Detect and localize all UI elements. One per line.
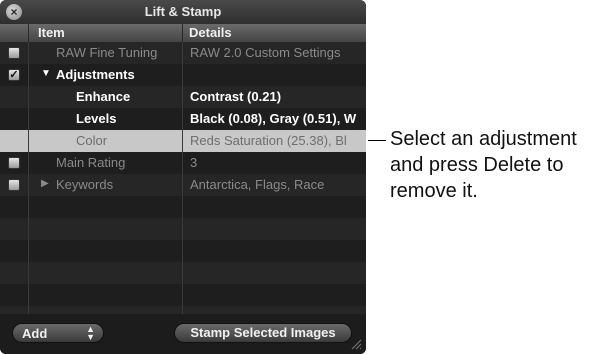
details-value: Contrast (0.21) <box>190 89 282 104</box>
empty-row <box>0 218 366 240</box>
item-label: Main Rating <box>56 155 126 170</box>
resize-grip-icon[interactable] <box>351 339 362 350</box>
triangle-down-icon[interactable]: ▼ <box>41 68 51 79</box>
bottom-toolbar: Add ▲ ▼ Stamp Selected Images <box>0 314 366 354</box>
callout-line-2: and press Delete to <box>390 154 564 176</box>
item-label: Levels <box>76 111 117 126</box>
callout-line-1: Select an adjustment <box>390 128 577 150</box>
header-divider <box>182 24 183 42</box>
empty-row <box>0 306 366 314</box>
stamp-selected-images-button[interactable]: Stamp Selected Images <box>174 323 352 343</box>
details-value: Antarctica, Flags, Race <box>190 177 325 192</box>
add-label: Add <box>22 326 48 341</box>
item-label: Color <box>76 133 108 148</box>
empty-row <box>0 196 366 218</box>
column-divider <box>182 42 183 314</box>
details-value: Black (0.08), Gray (0.51), W <box>190 111 357 126</box>
checkbox-adjustments[interactable]: ✓ <box>8 69 20 81</box>
callout-annotation: Select an adjustment and press Delete to… <box>390 126 610 204</box>
details-value: Reds Saturation (25.38), Bl <box>190 133 347 148</box>
item-label: Adjustments <box>56 67 135 82</box>
column-divider <box>28 42 29 314</box>
item-label: RAW Fine Tuning <box>56 45 158 60</box>
checkmark-icon: ✓ <box>9 69 19 81</box>
lift-stamp-window: × Lift & Stamp Item Details RAW Fine Tun… <box>0 0 366 354</box>
window-title: Lift & Stamp <box>144 4 222 19</box>
table-row[interactable] <box>0 64 366 86</box>
table-header: Item Details <box>0 24 366 43</box>
title-bar: × Lift & Stamp <box>0 0 366 25</box>
add-popup-button[interactable]: Add ▲ ▼ <box>12 323 104 343</box>
checkbox-raw-fine-tuning[interactable] <box>8 47 20 59</box>
column-header-item[interactable]: Item <box>38 25 65 40</box>
adjustments-table: RAW Fine Tuning RAW 2.0 Custom Settings … <box>0 42 366 314</box>
callout-leader-line <box>368 140 386 141</box>
triangle-right-icon[interactable]: ▶ <box>41 178 49 189</box>
empty-row <box>0 240 366 262</box>
column-header-details[interactable]: Details <box>189 25 232 40</box>
checkbox-main-rating[interactable] <box>8 157 20 169</box>
header-divider <box>28 24 29 42</box>
empty-row <box>0 284 366 306</box>
item-label: Keywords <box>56 177 114 192</box>
item-label: Enhance <box>76 89 131 104</box>
popup-arrows-icon: ▲ ▼ <box>86 324 95 342</box>
checkbox-keywords[interactable] <box>8 179 20 191</box>
callout-line-3: remove it. <box>390 180 478 202</box>
details-value: 3 <box>190 155 198 170</box>
empty-row <box>0 262 366 284</box>
details-value: RAW 2.0 Custom Settings <box>190 45 341 60</box>
